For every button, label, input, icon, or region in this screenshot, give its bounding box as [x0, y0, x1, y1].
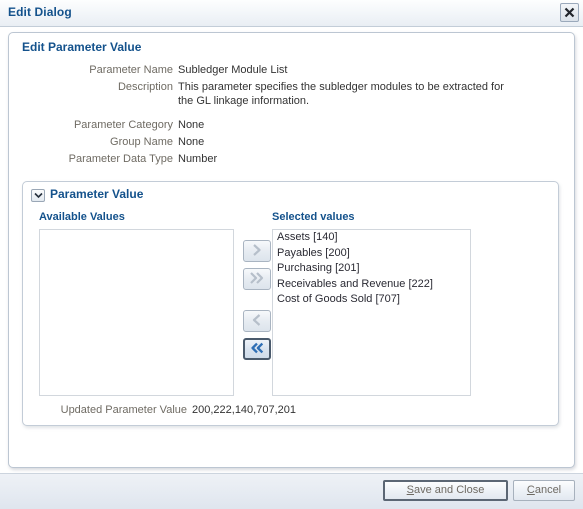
detail-row-group-name: Group Name None [9, 135, 574, 150]
selected-values-listbox[interactable]: Assets [140] Payables [200] Purchasing [20… [272, 229, 471, 396]
detail-label: Group Name [110, 136, 173, 148]
dialog-title: Edit Dialog [8, 5, 72, 19]
updated-parameter-value: 200,222,140,707,201 [192, 404, 296, 416]
edit-dialog: Edit Dialog Edit Parameter Value Paramet… [0, 0, 583, 509]
chevron-double-left-icon [251, 342, 264, 354]
detail-label: Parameter Data Type [68, 153, 173, 165]
detail-row-description: Description This parameter specifies the… [9, 80, 574, 110]
list-item[interactable]: Purchasing [201] [273, 261, 470, 277]
chevron-right-icon [253, 244, 261, 256]
detail-value: Subledger Module List [178, 64, 288, 76]
available-values-label: Available Values [39, 211, 125, 223]
detail-row-parameter-category: Parameter Category None [9, 118, 574, 133]
save-and-close-button[interactable]: Save and Close [383, 480, 508, 501]
detail-label: Description [117, 81, 173, 93]
parameter-value-section: Parameter Value Available Values Selecte… [22, 181, 559, 426]
chevron-down-icon[interactable] [31, 189, 45, 202]
detail-value: Number [178, 153, 218, 165]
detail-value: None [178, 136, 205, 148]
list-item[interactable]: Cost of Goods Sold [707] [273, 292, 470, 308]
chevron-double-right-icon [250, 272, 264, 284]
updated-parameter-value-label: Updated Parameter Value [60, 404, 187, 416]
detail-row-parameter-name: Parameter Name Subledger Module List [9, 63, 574, 78]
edit-parameter-value-panel: Edit Parameter Value Parameter Name Subl… [8, 32, 575, 468]
cancel-button[interactable]: Cancel [513, 480, 575, 501]
list-item[interactable]: Assets [140] [273, 230, 470, 246]
detail-label: Parameter Name [89, 64, 173, 76]
available-values-listbox[interactable] [39, 229, 234, 396]
move-all-right-button[interactable] [243, 268, 271, 290]
detail-row-parameter-data-type: Parameter Data Type Number [9, 152, 574, 167]
chevron-left-icon [252, 314, 261, 326]
detail-value: None [178, 119, 205, 131]
dialog-titlebar: Edit Dialog [0, 0, 583, 27]
move-right-button[interactable] [243, 240, 271, 262]
move-left-button[interactable] [243, 310, 271, 332]
close-icon[interactable] [560, 3, 579, 22]
move-all-left-button[interactable] [243, 338, 271, 360]
page-title: Edit Parameter Value [22, 40, 142, 54]
dialog-footer: Save and Close Cancel [0, 473, 583, 509]
parameter-details: Parameter Name Subledger Module List Des… [9, 63, 574, 169]
section-title: Parameter Value [50, 187, 144, 201]
list-item[interactable]: Receivables and Revenue [222] [273, 277, 470, 293]
detail-label: Parameter Category [73, 119, 173, 131]
list-item[interactable]: Payables [200] [273, 246, 470, 262]
detail-value: This parameter specifies the subledger m… [178, 81, 504, 107]
selected-values-label: Selected values [272, 211, 355, 223]
